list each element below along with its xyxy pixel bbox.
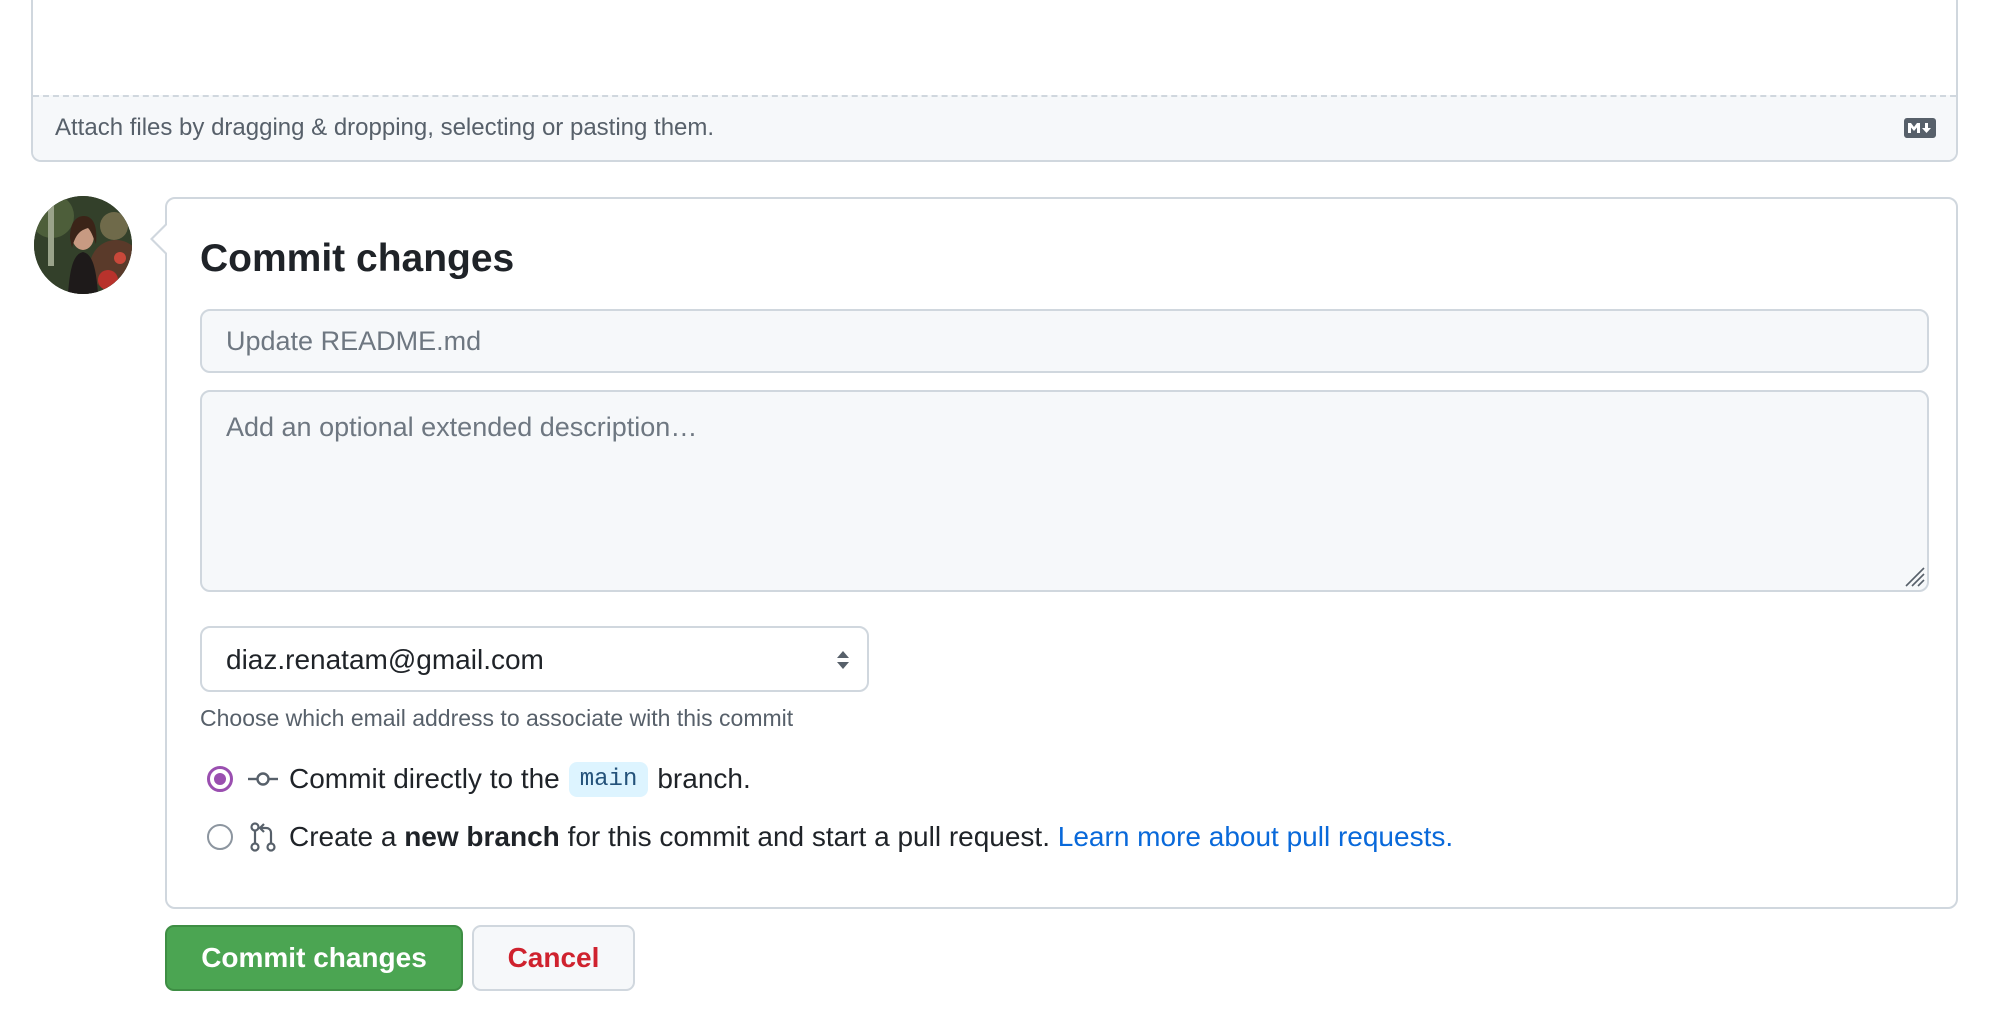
new-branch-label: Create a new branch for this commit and … [289,821,1453,853]
learn-more-link[interactable]: Learn more about pull requests. [1058,821,1453,853]
resize-handle-icon[interactable] [1903,565,1925,587]
user-avatar[interactable] [34,196,132,294]
commit-direct-option[interactable]: Commit directly to the main branch. [207,761,751,797]
new-branch-suffix: for this commit and start a pull request… [567,821,1050,852]
new-branch-radio[interactable] [207,824,233,850]
commit-panel: Commit changes diaz.renatam@gmail.com Ch… [150,197,1958,909]
new-branch-text: Create a [289,821,397,852]
branch-name-badge: main [568,761,649,797]
editor-text-area[interactable] [33,0,1956,95]
commit-direct-text: Commit directly to the [289,763,560,794]
git-pull-request-icon [250,822,276,852]
attach-files-bar[interactable]: Attach files by dragging & dropping, sel… [33,95,1956,160]
panel-pointer-fill [153,225,167,253]
commit-direct-radio[interactable] [207,766,233,792]
commit-summary-input[interactable] [200,309,1929,373]
avatar-image [34,196,132,294]
file-editor: Attach files by dragging & dropping, sel… [31,0,1958,162]
email-hint: Choose which email address to associate … [200,705,794,731]
attach-files-hint: Attach files by dragging & dropping, sel… [55,114,715,141]
git-commit-icon [248,772,278,786]
markdown-icon[interactable] [1904,118,1936,138]
commit-description-input[interactable] [200,390,1929,592]
new-branch-option[interactable]: Create a new branch for this commit and … [207,819,1453,855]
commit-changes-button[interactable]: Commit changes [165,925,463,991]
commit-title: Commit changes [200,237,515,280]
new-branch-bold: new branch [404,821,560,852]
select-caret-icon [837,651,849,669]
commit-direct-label: Commit directly to the main branch. [289,761,751,797]
selected-email: diaz.renatam@gmail.com [226,644,544,675]
commit-email-select[interactable]: diaz.renatam@gmail.com [200,626,869,692]
commit-direct-suffix: branch. [657,763,751,794]
cancel-button[interactable]: Cancel [472,925,635,991]
